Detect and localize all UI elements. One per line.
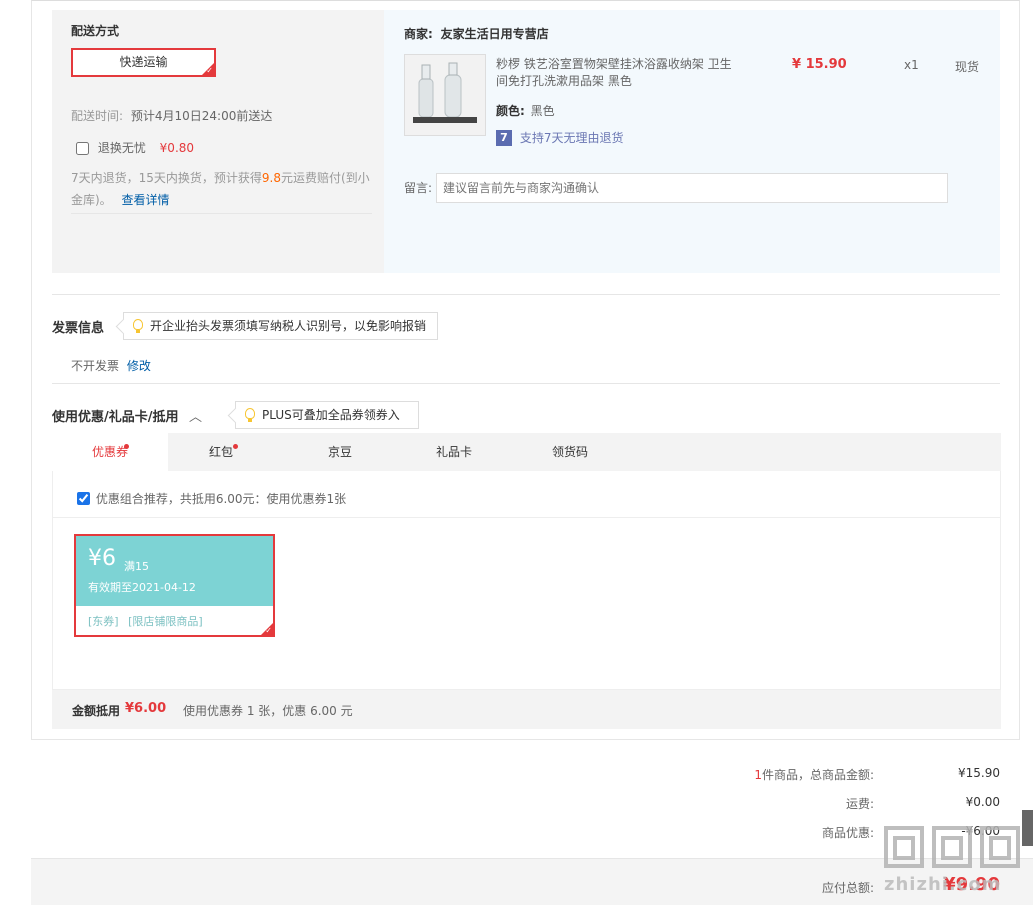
insurance-desc-1: 7天内退货，15天内换货，预计获得 xyxy=(71,171,262,185)
watermark-text: zhizhi.com xyxy=(884,874,1002,895)
payable-label: 应付总额: xyxy=(821,881,874,895)
goods-amount: ¥15.90 xyxy=(958,766,1000,780)
product-title-line2: 间免打孔洗漱用品架 黑色 xyxy=(496,74,632,88)
insurance-description: 7天内退货，15天内换货，预计获得9.8元运费赔付(到小 金库)。 查看详情 xyxy=(71,167,376,211)
delivery-time-value: 预计4月10日24:00前送达 xyxy=(130,109,273,123)
message-label: 留言: xyxy=(404,181,433,195)
lightbulb-icon xyxy=(245,408,255,422)
tab-jd-beans-label: 京豆 xyxy=(327,445,352,459)
insurance-desc-2: 元运费赔付(到小 xyxy=(281,171,370,185)
invoice-tip-text: 开企业抬头发票须填写纳税人识别号，以免影响报销 xyxy=(150,319,427,333)
goods-count-suffix: 件商品，总商品金额: xyxy=(761,768,874,782)
new-dot-icon xyxy=(124,444,129,449)
tab-jd-beans[interactable]: 京豆 xyxy=(290,433,390,471)
insurance-checkbox[interactable] xyxy=(76,142,89,155)
shipping-title: 配送方式 xyxy=(71,24,120,38)
insurance-price: ¥0.80 xyxy=(159,141,195,155)
insurance-amount: 9.8 xyxy=(261,171,281,185)
return-policy-text: 支持7天无理由退货 xyxy=(519,131,624,145)
express-shipping-button[interactable]: 快递运输 ✓ xyxy=(71,48,216,77)
invoice-edit-link[interactable]: 修改 xyxy=(127,359,151,373)
product-image[interactable] xyxy=(404,54,486,136)
invoice-divider xyxy=(52,383,1000,384)
freight-amount: ¥0.00 xyxy=(965,795,1000,809)
discount-label: 商品优惠: xyxy=(821,826,874,840)
color-label: 颜色: xyxy=(496,104,525,118)
recommend-checkbox[interactable] xyxy=(77,492,90,505)
invoice-value-row: 不开发票 修改 xyxy=(71,357,151,374)
product-title-line1: 粆椤 铁艺浴室置物架壁挂沐浴露收纳架 卫生 xyxy=(496,57,732,71)
discount-section-toggle[interactable]: 使用优惠/礼品卡/抵用 ︿ xyxy=(52,406,202,425)
merchant-label: 商家: xyxy=(404,27,433,41)
insurance-desc-3: 金库)。 xyxy=(71,193,112,207)
coupon-expiry: 有效期至2021-04-12 xyxy=(88,581,196,594)
coupon-tag-limit: [限店铺限商品] xyxy=(128,615,203,628)
coupon-tag-jd: [东券] xyxy=(88,615,119,628)
summary-text: 使用优惠券 1 张，优惠 6.00 元 xyxy=(183,704,353,718)
color-value: 黑色 xyxy=(530,104,555,118)
delivery-time: 配送时间: 预计4月10日24:00前送达 xyxy=(71,107,272,124)
invoice-tip: 开企业抬头发票须填写纳税人识别号，以免影响报销 xyxy=(115,312,438,340)
insurance-label: 退换无忧 xyxy=(97,141,146,155)
tab-red-packets-label: 红包 xyxy=(208,445,233,459)
watermark-logo-icon xyxy=(884,826,1020,868)
shop-panel xyxy=(384,10,1000,273)
summary-amount: ¥6.00 xyxy=(125,701,167,716)
coupon-amount: ¥6 xyxy=(88,546,116,571)
section-divider xyxy=(52,294,1000,295)
message-input[interactable] xyxy=(436,173,948,203)
check-icon: ✓ xyxy=(206,66,213,75)
stock-status: 现货 xyxy=(955,60,980,74)
tab-coupons-label: 优惠券 xyxy=(91,445,128,459)
merchant-name[interactable]: 友家生活日用专营店 xyxy=(441,27,549,41)
express-shipping-label: 快递运输 xyxy=(119,55,168,69)
new-dot-icon xyxy=(233,444,238,449)
goods-count-label: 1件商品，总商品金额: xyxy=(754,766,874,783)
coupon-header: ¥6 满15 有效期至2021-04-12 xyxy=(76,536,273,606)
tab-gift-card-label: 礼品卡 xyxy=(435,445,472,459)
coupon-divider xyxy=(53,517,1000,518)
discount-title: 使用优惠/礼品卡/抵用 xyxy=(52,410,179,425)
discount-summary: 金额抵用 ¥6.00 使用优惠券 1 张，优惠 6.00 元 xyxy=(52,690,1001,729)
invoice-title: 发票信息 xyxy=(52,321,105,336)
discount-tabs: 优惠券 红包 京豆 礼品卡 领货码 xyxy=(52,433,1001,471)
product-title[interactable]: 粆椤 铁艺浴室置物架壁挂沐浴露收纳架 卫生 间免打孔洗漱用品架 黑色 xyxy=(496,56,756,90)
tab-pickup-code-label: 领货码 xyxy=(551,445,588,459)
plus-tip[interactable]: PLUS可叠加全品券领券入口 xyxy=(227,401,419,448)
product-price: ¥ 15.90 xyxy=(792,57,847,72)
tab-gift-card[interactable]: 礼品卡 xyxy=(404,433,504,471)
lightbulb-icon xyxy=(133,319,143,333)
return-policy[interactable]: 7 支持7天无理由退货 xyxy=(496,129,623,146)
summary-label: 金额抵用 xyxy=(72,704,121,718)
delivery-time-label: 配送时间: xyxy=(71,109,124,123)
invoice-value: 不开发票 xyxy=(71,359,120,373)
tab-pickup-code[interactable]: 领货码 xyxy=(520,433,620,471)
seven-day-return-icon: 7 xyxy=(496,129,512,146)
chevron-up-icon: ︿ xyxy=(189,410,203,425)
freight-label: 运费: xyxy=(845,797,874,811)
tab-red-packets[interactable]: 红包 xyxy=(168,433,274,471)
coupon-card[interactable]: ¥6 满15 有效期至2021-04-12 [东券] [限店铺限商品] ✓ xyxy=(74,534,275,637)
shipping-divider xyxy=(71,213,372,214)
merchant-row: 商家: 友家生活日用专营店 xyxy=(404,25,549,42)
insurance-row: 退换无忧 ¥0.80 xyxy=(76,139,194,156)
product-quantity: x1 xyxy=(904,58,919,72)
goods-count: 1 xyxy=(754,768,762,782)
view-details-link[interactable]: 查看详情 xyxy=(122,193,170,207)
check-icon: ✓ xyxy=(265,626,272,635)
product-color: 颜色: 黑色 xyxy=(496,102,555,119)
recommend-row: 优惠组合推荐，共抵用6.00元：使用优惠券1张 xyxy=(77,490,346,507)
recommend-text: 优惠组合推荐，共抵用6.00元：使用优惠券1张 xyxy=(95,492,347,506)
tab-coupons[interactable]: 优惠券 xyxy=(52,433,168,471)
coupon-tags: [东券] [限店铺限商品] xyxy=(88,613,203,629)
coupon-condition: 满15 xyxy=(124,560,149,573)
